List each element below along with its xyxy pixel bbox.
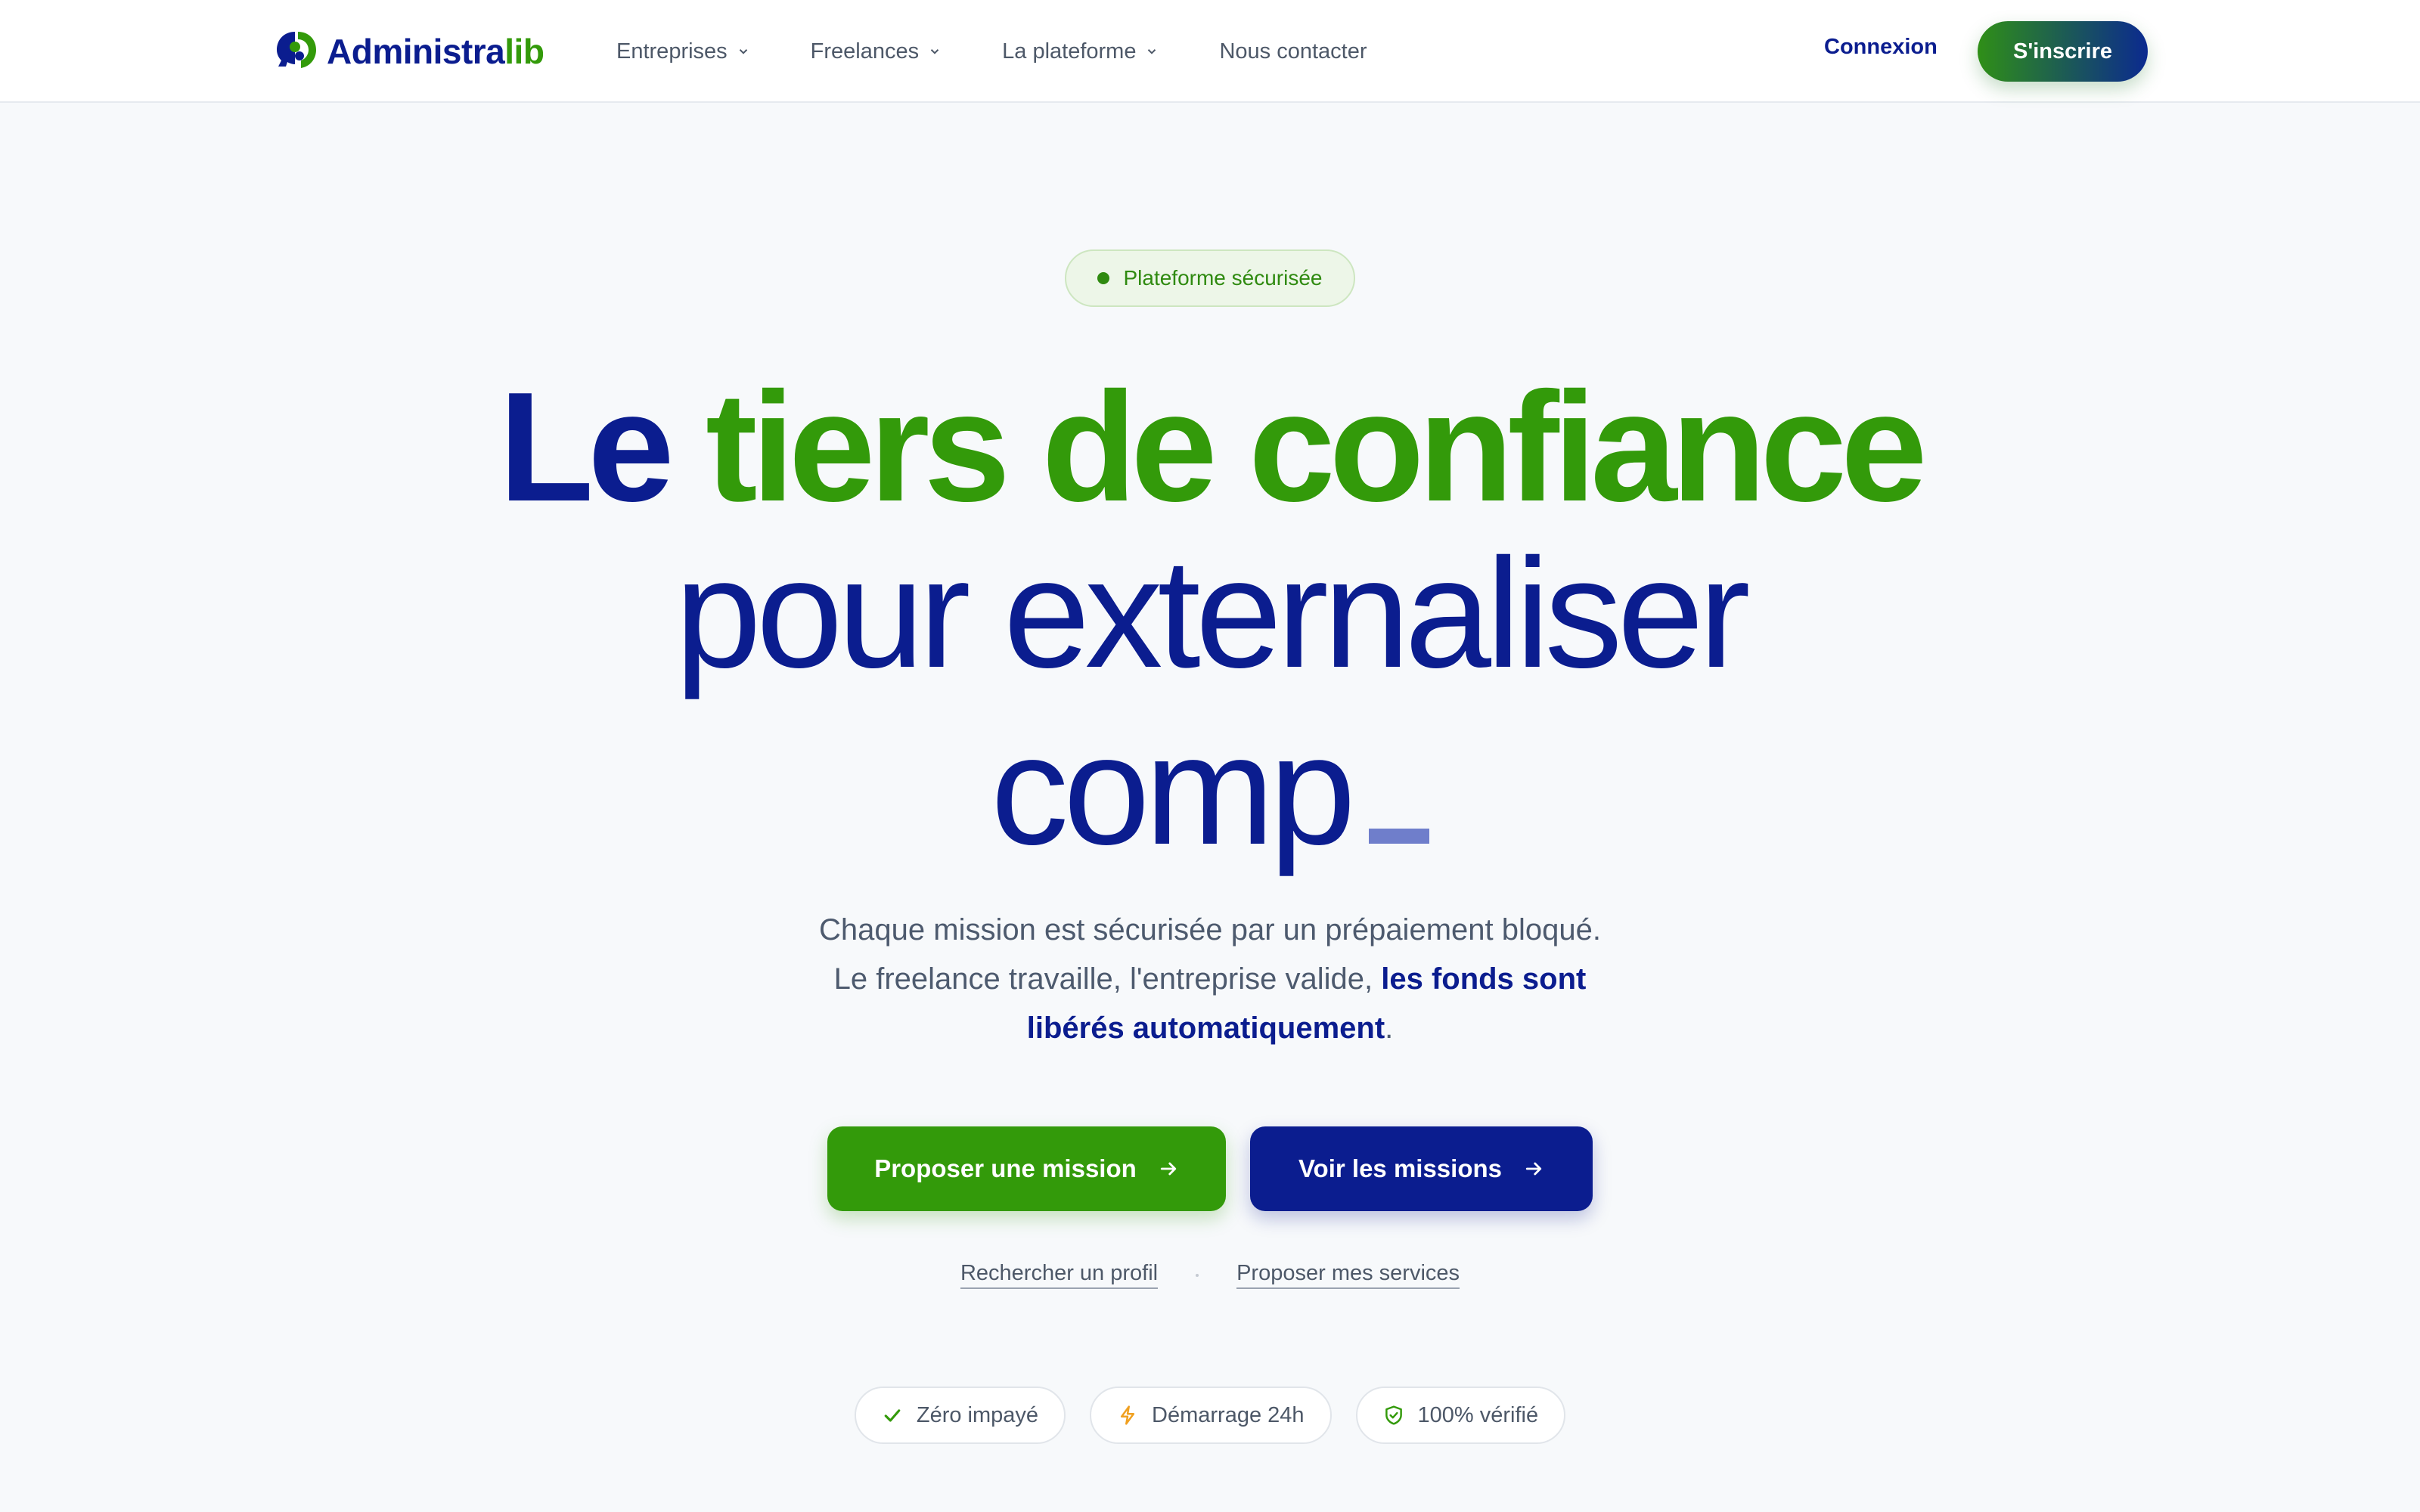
search-profile-link[interactable]: Rechercher un profil [960, 1261, 1159, 1289]
typing-cursor [1368, 829, 1429, 844]
subtitle-emphasis-1: les fonds sont [1381, 962, 1587, 996]
offer-services-link[interactable]: Proposer mes services [1236, 1261, 1460, 1289]
subtitle-line-2: Le freelance travaille, l'entreprise val… [833, 962, 1373, 996]
headline-typing-text: comp [991, 703, 1356, 877]
link-separator-dot [1196, 1273, 1199, 1277]
nav-label: Freelances [810, 39, 920, 64]
feature-label: 100% vérifié [1417, 1402, 1539, 1427]
administralib-logo[interactable]: Administralib [272, 26, 544, 77]
feature-label: Démarrage 24h [1152, 1402, 1305, 1427]
headline-word-le: Le [498, 360, 674, 534]
main-nav: Entreprises Freelances La plateforme Nou… [616, 0, 1428, 103]
top-navigation-bar: Administralib Entreprises Freelances La … [0, 0, 2420, 103]
logo-head-icon [277, 32, 316, 68]
view-missions-button[interactable]: Voir les missions [1250, 1126, 1593, 1211]
lightning-icon [1120, 1405, 1135, 1425]
chevron-down-icon [930, 49, 939, 54]
logo-text-part2: lib [504, 32, 544, 71]
nav-item-nous-contacter[interactable]: Nous contacter [1219, 39, 1367, 64]
nav-item-freelances[interactable]: Freelances [811, 39, 942, 64]
logo-text-part1: Administra [327, 32, 505, 71]
chevron-down-icon [1148, 49, 1156, 54]
check-icon [884, 1409, 901, 1422]
badge-label: Plateforme sécurisée [1123, 266, 1323, 290]
shield-check-icon [1385, 1405, 1402, 1425]
subtitle-line-1: Chaque mission est sécurisée par un prép… [819, 913, 1601, 947]
headline-line-3: comp [0, 712, 2420, 868]
arrow-right-icon [1525, 1162, 1542, 1176]
secure-platform-badge: Plateforme sécurisée [1065, 249, 1355, 307]
arrow-right-icon [1160, 1162, 1176, 1176]
hero-subtitle: Chaque mission est sécurisée par un prép… [0, 906, 2420, 1053]
nav-label: La plateforme [1002, 39, 1137, 64]
propose-mission-button[interactable]: Proposer une mission [827, 1126, 1226, 1211]
cta-label: Proposer une mission [874, 1154, 1137, 1182]
headline-line-1: Le tiers de confiance [0, 369, 2420, 525]
nav-item-la-plateforme[interactable]: La plateforme [1002, 39, 1159, 64]
login-link[interactable]: Connexion [1824, 35, 1938, 60]
feature-pill-zero-unpaid: Zéro impayé [854, 1387, 1066, 1444]
nav-item-entreprises[interactable]: Entreprises [616, 39, 750, 64]
nav-label: Nous contacter [1219, 39, 1367, 64]
logo-text: Administralib [327, 31, 544, 72]
cta-label: Voir les missions [1298, 1154, 1502, 1182]
chevron-down-icon [739, 49, 747, 54]
secondary-links: Rechercher un profil Proposer mes servic… [0, 1261, 2420, 1289]
nav-label: Entreprises [616, 39, 728, 64]
feature-pills: Zéro impayé Démarrage 24h 100% vérifié [0, 1387, 2420, 1444]
subtitle-period: . [1385, 1012, 1394, 1045]
signup-button[interactable]: S'inscrire [1978, 21, 2148, 82]
status-dot-icon [1097, 272, 1110, 284]
feature-pill-start-24h: Démarrage 24h [1090, 1387, 1332, 1444]
subtitle-emphasis-2: libérés automatiquement [1026, 1012, 1385, 1045]
headline-line-2: pour externaliser [675, 526, 1750, 700]
feature-pill-verified: 100% vérifié [1355, 1387, 1566, 1444]
headline-highlight: tiers de confiance [706, 360, 1928, 534]
feature-label: Zéro impayé [916, 1402, 1039, 1427]
